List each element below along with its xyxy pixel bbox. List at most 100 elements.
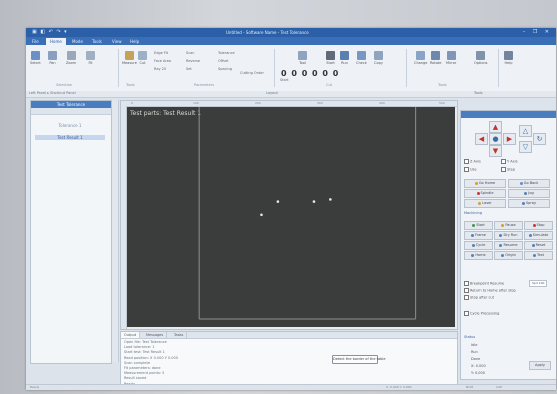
- status-line: Idle: [471, 343, 478, 347]
- ribbon-button[interactable]: Zoom: [66, 51, 76, 65]
- check-return-home[interactable]: Return to Home after stop: [464, 288, 516, 293]
- check-breakpoint[interactable]: Breakpoint Resume: [464, 281, 504, 286]
- test-result-canvas[interactable]: Test parts: Test Result 1: [127, 107, 455, 327]
- window-title: Untitled - Software Name - Test Toleranc…: [226, 30, 309, 35]
- option-checkbox[interactable]: Z Axis: [464, 159, 481, 164]
- start-label: Start: [280, 78, 289, 82]
- ribbon-small-item[interactable]: Tolerance: [218, 51, 235, 55]
- ribbon-button[interactable]: Options: [474, 51, 488, 65]
- z-up-arrow-icon[interactable]: △: [519, 125, 532, 137]
- control-button[interactable]: Cycle: [464, 241, 493, 250]
- jog-up-arrow-icon[interactable]: ▲: [489, 121, 502, 133]
- tab-view[interactable]: View: [108, 38, 126, 45]
- jog-right-arrow-icon[interactable]: ▶: [503, 133, 516, 145]
- jog-center-icon[interactable]: ●: [489, 133, 502, 145]
- ribbon-small-item[interactable]: Scan: [186, 51, 195, 55]
- control-button[interactable]: Go Home: [464, 179, 506, 188]
- ribbon-button[interactable]: Fit: [86, 51, 95, 65]
- ribbon-button[interactable]: Measure: [122, 51, 137, 65]
- ribbon-button[interactable]: Run: [340, 51, 349, 65]
- tab-messages[interactable]: Messages: [143, 332, 168, 338]
- ribbon-button[interactable]: Start: [326, 51, 335, 65]
- status-line: X: 0.000: [471, 364, 486, 368]
- control-button-label: Go Back: [523, 181, 539, 185]
- ribbon-button[interactable]: Mirror: [446, 51, 456, 65]
- ribbon-small-item[interactable]: Offset: [218, 59, 229, 63]
- ribbon-small-item[interactable]: Reverse: [186, 59, 200, 63]
- ribbon-button[interactable]: Select: [30, 51, 41, 65]
- status-coords: X: 0.000 Y: 0.000: [386, 385, 412, 389]
- control-button[interactable]: Resume: [494, 241, 523, 250]
- control-button-icon: [531, 243, 535, 247]
- tree-item-test-result[interactable]: Test Result 1: [35, 135, 105, 140]
- ribbon-button[interactable]: Check: [356, 51, 367, 65]
- log-line: Fit parameters: done: [124, 366, 161, 370]
- jog-left-arrow-icon[interactable]: ◀: [475, 133, 488, 145]
- control-button[interactable]: Test: [524, 251, 553, 260]
- control-button[interactable]: Go Back: [508, 179, 550, 188]
- ribbon-button-icon: [476, 51, 486, 60]
- window-controls[interactable]: – ❐ ✕: [523, 29, 552, 35]
- tree-item-tolerance[interactable]: Tolerance 1: [35, 123, 105, 128]
- quick-access-toolbar[interactable]: ▣ ◧ ↶ ↷ ▾: [32, 29, 68, 35]
- control-button[interactable]: Pause: [494, 221, 523, 230]
- jog-down-arrow-icon[interactable]: ▼: [489, 145, 502, 157]
- control-button[interactable]: Spray: [508, 199, 550, 208]
- ribbon-button[interactable]: Copy: [374, 51, 383, 65]
- rotate-icon[interactable]: ↻: [533, 133, 546, 145]
- control-button-label: Jog: [528, 191, 534, 195]
- control-button[interactable]: Frame: [464, 231, 493, 240]
- tab-help[interactable]: Help: [126, 38, 143, 45]
- control-button[interactable]: Jog: [508, 189, 550, 198]
- tab-output[interactable]: Output: [121, 332, 141, 338]
- option-checkbox[interactable]: Use: [464, 167, 477, 172]
- option-checkbox[interactable]: Step: [501, 167, 515, 172]
- ribbon-button[interactable]: Change: [414, 51, 427, 65]
- control-button[interactable]: Start: [464, 221, 493, 230]
- ribbon-small-item[interactable]: Spacing: [218, 67, 232, 71]
- option-checkbox[interactable]: Y Axis: [501, 159, 518, 164]
- checkbox-icon: [464, 281, 469, 286]
- tooltip: Detect the border of the table: [332, 355, 386, 364]
- ribbon-small-item[interactable]: Edge Fit: [154, 51, 168, 55]
- ribbon-button[interactable]: Help: [504, 51, 513, 65]
- ribbon-small-item[interactable]: Set: [186, 67, 192, 71]
- check-cycle[interactable]: Cycle Processing: [464, 311, 499, 316]
- control-button-icon: [533, 253, 537, 257]
- ribbon-button-label: Copy: [374, 61, 383, 65]
- tab-tasks[interactable]: Tasks: [171, 332, 188, 338]
- check-stop-after[interactable]: Stop after cut: [464, 295, 494, 300]
- control-button[interactable]: Reset: [524, 241, 553, 250]
- speed-field[interactable]: Spd 100: [529, 280, 548, 287]
- ribbon-button[interactable]: Tool: [298, 51, 307, 65]
- control-button[interactable]: Spindle: [464, 189, 506, 198]
- sub-toolbar-left[interactable]: Left Panel ▸ Shortcut Panel: [29, 91, 76, 95]
- ribbon-small-item[interactable]: Ray 20: [154, 67, 166, 71]
- control-button[interactable]: Dry Run: [494, 231, 523, 240]
- control-button[interactable]: Laser: [464, 199, 506, 208]
- tab-file[interactable]: File: [28, 38, 43, 45]
- ribbon-button-icon: [48, 51, 57, 60]
- ruler-label: 200: [255, 101, 261, 105]
- ribbon-small-item[interactable]: Face Area: [154, 59, 171, 63]
- ribbon: Select Pan Zoom Fit Measure Cut Tool Start Run Ch…: [26, 45, 556, 92]
- ribbon-button[interactable]: Cut: [138, 51, 147, 65]
- control-button[interactable]: Stop: [524, 221, 553, 230]
- tab-home[interactable]: Home: [46, 38, 66, 45]
- control-button[interactable]: Home: [464, 251, 493, 260]
- tab-mode[interactable]: Mode: [68, 38, 87, 45]
- ribbon-button-icon: [431, 51, 441, 60]
- section-title: Machining: [464, 211, 482, 215]
- apply-button[interactable]: Apply: [529, 361, 551, 370]
- ribbon-button[interactable]: Pan: [48, 51, 57, 65]
- check-label: Breakpoint Resume: [470, 281, 505, 286]
- ribbon-button[interactable]: Rotate: [430, 51, 441, 65]
- z-down-arrow-icon[interactable]: ▽: [519, 141, 532, 153]
- control-button[interactable]: Origin: [494, 251, 523, 260]
- tab-tools[interactable]: Tools: [88, 38, 106, 45]
- ribbon-button-icon: [326, 51, 335, 60]
- control-button[interactable]: Simulate: [524, 231, 553, 240]
- control-button-icon: [519, 181, 523, 185]
- control-button-icon: [472, 223, 476, 227]
- ribbon-small-item[interactable]: Cutting Order: [240, 71, 264, 75]
